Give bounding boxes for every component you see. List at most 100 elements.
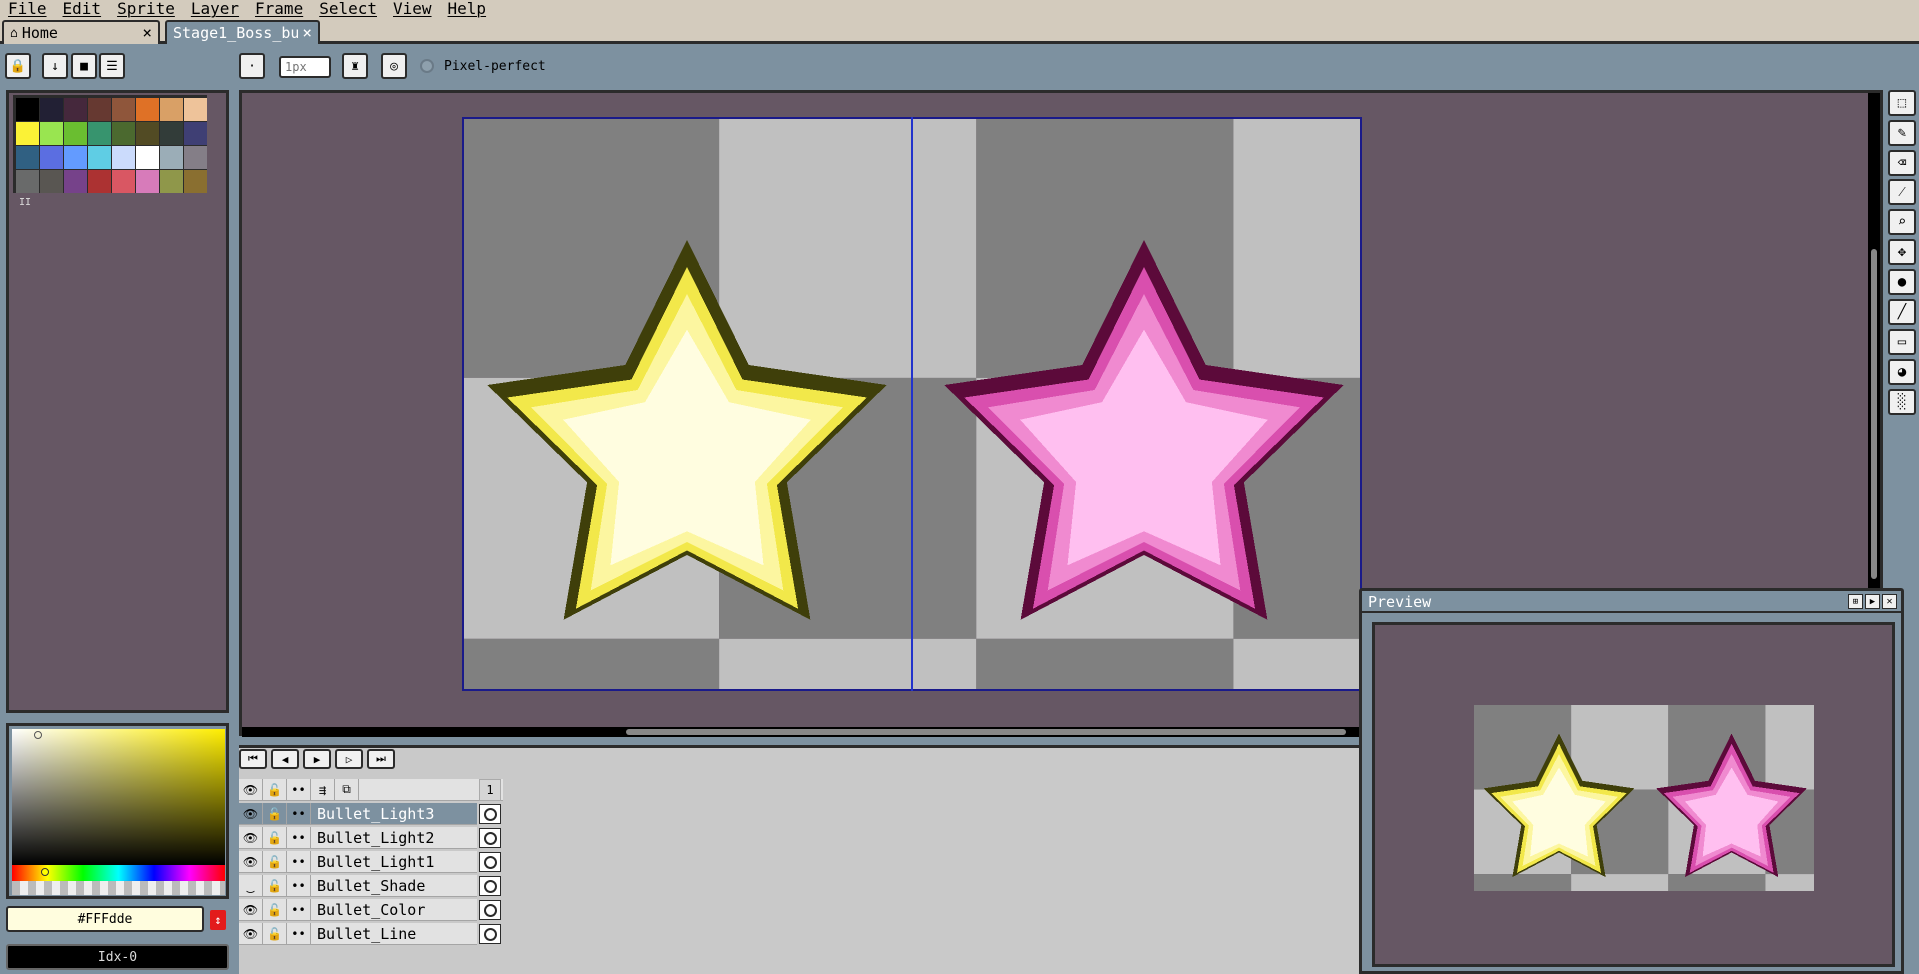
pressure-icon[interactable]: ◎ — [381, 53, 407, 79]
palette-swatch[interactable] — [64, 170, 87, 193]
horizontal-scrollbar[interactable] — [242, 727, 1362, 737]
lock-icon[interactable]: 🔓 — [263, 898, 287, 921]
palette-swatch[interactable] — [88, 170, 111, 193]
vertical-scroll-thumb[interactable] — [1871, 249, 1877, 579]
layer-name[interactable]: Bullet_Light3 — [311, 803, 477, 825]
eye-icon[interactable]: 👁 — [239, 826, 263, 849]
palette-swatch[interactable] — [136, 170, 159, 193]
continuous-icon[interactable]: •• — [287, 874, 311, 897]
palette-swatch[interactable] — [64, 122, 87, 145]
palette-swatch[interactable] — [136, 98, 159, 121]
close-tab-icon[interactable]: × — [302, 23, 312, 42]
vertical-scrollbar[interactable] — [1868, 93, 1880, 591]
tab-sprite[interactable]: Stage1_Boss_bu × — [165, 20, 320, 44]
palette-swatch[interactable] — [64, 98, 87, 121]
palette-swatch[interactable] — [16, 122, 39, 145]
continuous-header-icon[interactable]: •• — [287, 778, 311, 801]
palette-swatch[interactable] — [184, 122, 207, 145]
menu-list-icon[interactable]: ☰ — [99, 53, 125, 79]
close-tab-icon[interactable]: × — [142, 23, 152, 42]
layer-cel[interactable] — [479, 924, 501, 944]
pixel-perfect-checkbox[interactable] — [420, 59, 434, 73]
palette-swatch[interactable] — [112, 98, 135, 121]
palette-swatch[interactable] — [112, 146, 135, 169]
bg-color-index[interactable]: Idx-0 — [6, 944, 229, 970]
fg-color-hex[interactable]: #FFFdde — [6, 906, 204, 932]
eye-icon[interactable]: 👁 — [239, 922, 263, 945]
continuous-icon[interactable]: •• — [287, 922, 311, 945]
paint-bucket-icon[interactable]: ● — [1888, 269, 1916, 295]
palette-swatch[interactable] — [40, 122, 63, 145]
palette-swatch[interactable] — [136, 146, 159, 169]
center-view-icon[interactable]: ⊞ — [1848, 594, 1863, 609]
lock-icon[interactable]: 🔒 — [5, 53, 31, 79]
rectangle-icon[interactable]: ▭ — [1888, 329, 1916, 355]
palette-resize-handle[interactable]: II — [19, 197, 31, 208]
palette-swatch[interactable] — [160, 122, 183, 145]
palette-swatch[interactable] — [40, 146, 63, 169]
layer-row[interactable]: 👁 🔓 •• Bullet_Light1 — [239, 850, 477, 873]
palette-swatch[interactable] — [160, 146, 183, 169]
layer-row[interactable]: 👁 🔓 •• Bullet_Light2 — [239, 826, 477, 849]
sv-cursor[interactable] — [34, 731, 42, 739]
tab-home[interactable]: ⌂ Home × — [2, 20, 160, 44]
layer-cel[interactable] — [479, 852, 501, 872]
preview-titlebar[interactable]: Preview ⊞ ▶ ✕ — [1362, 591, 1901, 613]
layer-row[interactable]: 👁 🔓 •• Bullet_Line — [239, 922, 477, 945]
palette-swatch[interactable] — [16, 146, 39, 169]
eraser-icon[interactable]: ⌫ — [1888, 150, 1916, 176]
palette-swatch[interactable] — [184, 146, 207, 169]
brush-size-input[interactable] — [279, 56, 331, 78]
rectangular-marquee-icon[interactable]: ⬚ — [1888, 90, 1916, 116]
continuous-icon[interactable]: •• — [287, 802, 311, 825]
zoom-icon[interactable]: ⌕ — [1888, 209, 1916, 235]
link-header-icon[interactable]: ⇶ — [311, 778, 335, 801]
sort-down-icon[interactable]: ↓ — [42, 53, 68, 79]
blur-icon[interactable]: ░ — [1888, 389, 1916, 415]
palette-swatch[interactable] — [184, 98, 207, 121]
menu-view[interactable]: View — [385, 0, 440, 18]
continuous-icon[interactable]: •• — [287, 898, 311, 921]
menu-layer[interactable]: Layer — [183, 0, 247, 18]
layer-cel[interactable] — [479, 804, 501, 824]
menu-file[interactable]: File — [0, 0, 55, 18]
menu-sprite[interactable]: Sprite — [109, 0, 183, 18]
menu-select[interactable]: Select — [311, 0, 385, 18]
layer-row[interactable]: 👁 🔓 •• Bullet_Light3 — [239, 802, 477, 825]
lock-icon[interactable]: 🔓 — [263, 874, 287, 897]
ink-icon[interactable]: ♜ — [342, 53, 368, 79]
contour-icon[interactable]: ◕ — [1888, 359, 1916, 385]
lock-icon[interactable]: 🔓 — [263, 850, 287, 873]
palette-swatch[interactable] — [16, 98, 39, 121]
first-frame-icon[interactable]: ⏮ — [239, 749, 267, 769]
palette-swatch[interactable] — [112, 170, 135, 193]
continuous-icon[interactable]: •• — [287, 826, 311, 849]
lock-icon[interactable]: 🔓 — [263, 826, 287, 849]
brush-shape-icon[interactable]: · — [239, 53, 265, 79]
palette-swatch[interactable] — [16, 170, 39, 193]
layer-row[interactable]: 👁 🔓 •• Bullet_Color — [239, 898, 477, 921]
palette-swatch[interactable] — [112, 122, 135, 145]
layer-cel[interactable] — [479, 900, 501, 920]
continuous-icon[interactable]: •• — [287, 850, 311, 873]
menu-edit[interactable]: Edit — [55, 0, 110, 18]
layer-name[interactable]: Bullet_Light2 — [311, 827, 477, 849]
palette-swatch[interactable] — [64, 146, 87, 169]
eye-icon[interactable]: 👁 — [239, 898, 263, 921]
layer-name[interactable]: Bullet_Light1 — [311, 851, 477, 873]
alpha-slider[interactable] — [12, 881, 225, 895]
lock-icon[interactable]: 🔓 — [263, 922, 287, 945]
menu-help[interactable]: Help — [440, 0, 495, 18]
palette-options-icon[interactable]: ■ — [71, 53, 97, 79]
lock-header-icon[interactable]: 🔓 — [263, 778, 287, 801]
move-icon[interactable]: ✥ — [1888, 239, 1916, 265]
line-icon[interactable]: ╱ — [1888, 299, 1916, 325]
horizontal-scroll-thumb[interactable] — [626, 729, 1346, 735]
previous-frame-icon[interactable]: ◀ — [271, 749, 299, 769]
next-frame-icon[interactable]: ▷ — [335, 749, 363, 769]
layer-name[interactable]: Bullet_Shade — [311, 875, 477, 897]
hue-cursor[interactable] — [41, 868, 49, 876]
palette-swatch[interactable] — [88, 146, 111, 169]
swap-colors-icon[interactable]: ↕ — [210, 910, 226, 930]
sprite-canvas[interactable] — [462, 117, 1362, 691]
